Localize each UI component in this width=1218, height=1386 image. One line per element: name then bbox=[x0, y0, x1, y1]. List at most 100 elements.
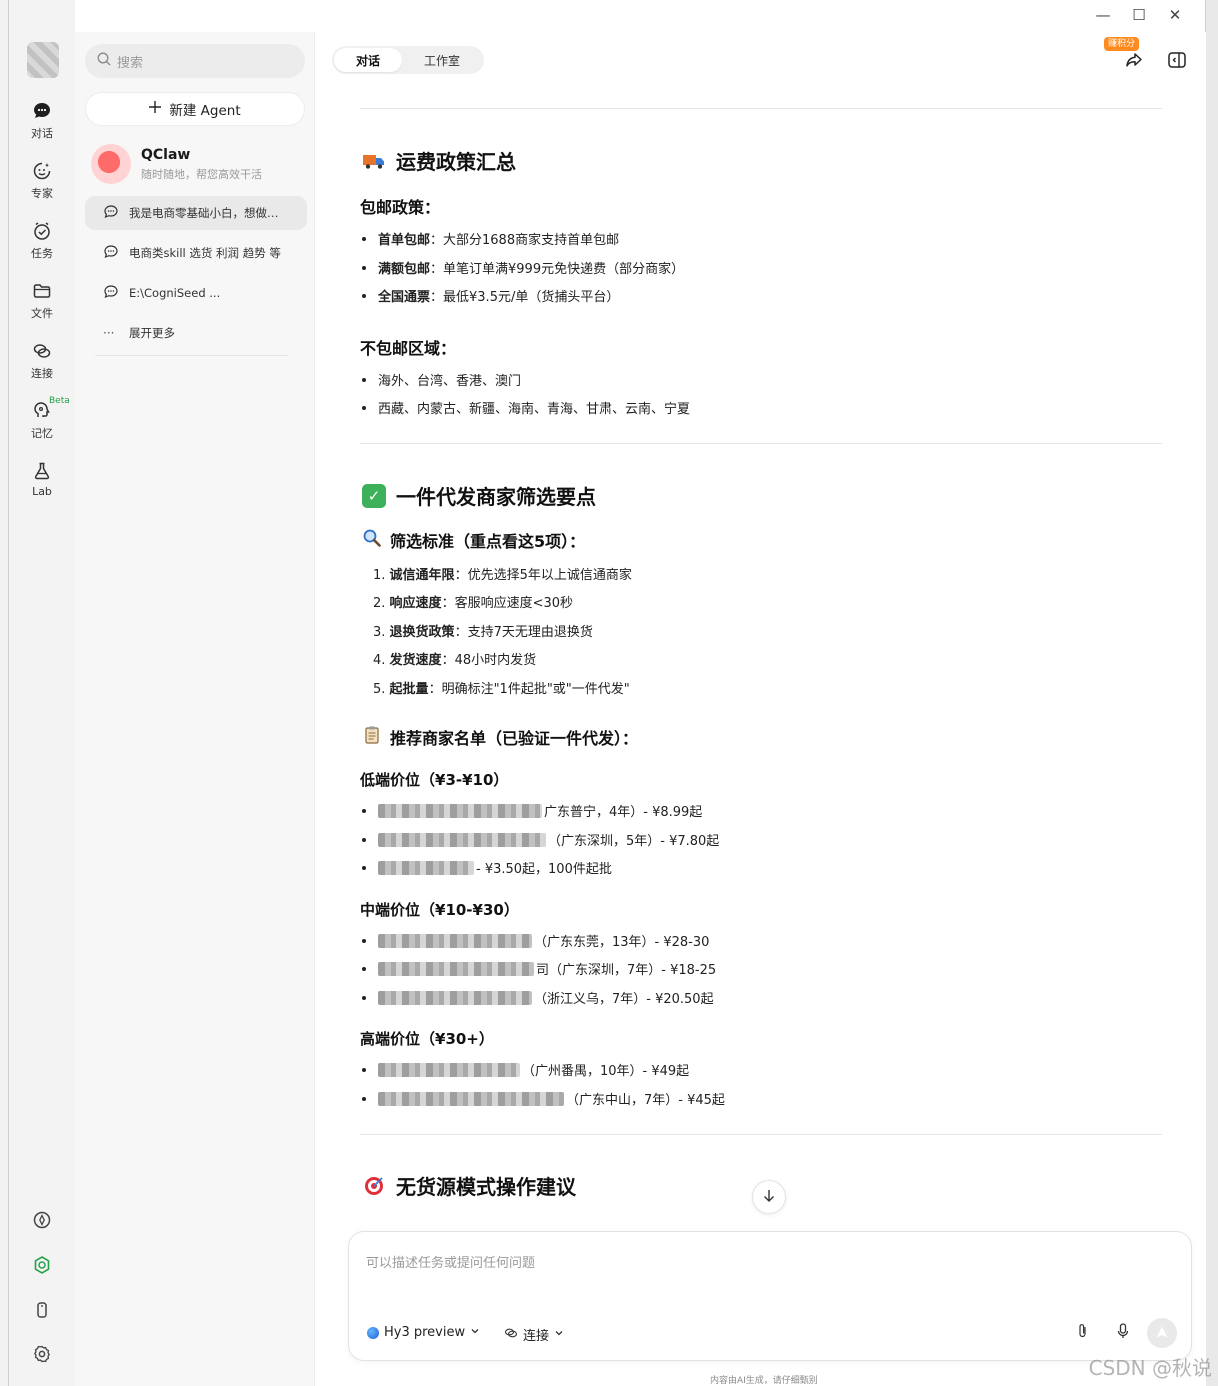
rail-item-tasks[interactable]: 任务 bbox=[9, 220, 75, 261]
close-button[interactable]: ✕ bbox=[1165, 4, 1185, 26]
rail-label: 任务 bbox=[31, 247, 53, 260]
mid-tier-heading: 中端价位（¥10-¥30） bbox=[360, 901, 519, 919]
conversation-title: 我是电商零基础小白，想做… bbox=[129, 206, 279, 220]
rail-label: 专家 bbox=[31, 187, 53, 200]
truck-icon bbox=[362, 149, 386, 173]
section-heading-merchant: ✓ 一件代发商家筛选要点 bbox=[362, 481, 596, 510]
panel-toggle-button[interactable] bbox=[1165, 50, 1189, 74]
link-icon bbox=[504, 1326, 518, 1344]
model-selector[interactable]: Hy3 preview bbox=[367, 1325, 480, 1340]
green-coin-icon bbox=[32, 1255, 52, 1279]
rail-item-connect[interactable]: 连接 bbox=[9, 340, 75, 381]
connect-selector[interactable]: 连接 bbox=[504, 1325, 564, 1344]
rail-item-files[interactable]: 文件 bbox=[9, 280, 75, 321]
redacted-merchant-name bbox=[378, 832, 546, 847]
chevron-down-icon bbox=[554, 1327, 564, 1342]
rail-item-chat[interactable]: 对话 bbox=[9, 100, 75, 141]
send-button[interactable] bbox=[1147, 1318, 1177, 1348]
beta-badge: Beta bbox=[49, 396, 70, 406]
voice-button[interactable] bbox=[1114, 1323, 1132, 1342]
arrow-down-icon bbox=[762, 1188, 776, 1207]
chevron-down-icon bbox=[470, 1325, 480, 1340]
share-icon bbox=[1124, 50, 1144, 74]
section-heading-shipping: 运费政策汇总 bbox=[362, 146, 516, 175]
message-composer[interactable]: 可以描述任务或提问任何问题 Hy3 preview 连接 bbox=[348, 1231, 1192, 1361]
section-title: 一件代发商家筛选要点 bbox=[396, 485, 596, 509]
rail-label: 记忆 bbox=[31, 427, 53, 440]
agent-subtitle: 随时随地，帮您高效干活 bbox=[141, 167, 262, 181]
qclaw-logo bbox=[91, 144, 131, 184]
list-item: 海外、台湾、香港、澳门 bbox=[360, 370, 521, 389]
sidebar-toggle-icon bbox=[1167, 50, 1187, 74]
rail-label: 文件 bbox=[31, 307, 53, 320]
redacted-merchant-name bbox=[378, 933, 532, 948]
agent-card[interactable]: QClaw 随时随地，帮您高效干活 bbox=[91, 144, 262, 184]
high-tier-heading: 高端价位（¥30+） bbox=[360, 1030, 494, 1048]
flask-icon bbox=[31, 460, 53, 482]
main-panel: 对话 工作室 赚积分 运费政策汇总 包邮政策： 首单包邮 ：大部分1688商家支持… bbox=[316, 32, 1206, 1386]
composer-placeholder[interactable]: 可以描述任务或提问任何问题 bbox=[366, 1252, 535, 1271]
link-icon bbox=[31, 340, 53, 362]
list-item: 首单包邮 ：大部分1688商家支持首单包邮 bbox=[360, 229, 619, 248]
search-box[interactable]: 搜索 bbox=[85, 44, 305, 78]
criteria-heading: 筛选标准（重点看这5项）： bbox=[362, 528, 585, 552]
search-placeholder: 搜索 bbox=[117, 55, 144, 71]
divider bbox=[360, 1134, 1162, 1135]
criteria-item: 1. 诚信通年限：优先选择5年以上诚信通商家 bbox=[373, 568, 632, 583]
scroll-to-bottom-button[interactable] bbox=[752, 1180, 786, 1214]
expand-more-button[interactable]: ··· 展开更多 bbox=[85, 316, 307, 350]
target-icon bbox=[362, 1174, 386, 1198]
rail-label: 连接 bbox=[31, 367, 53, 380]
redacted-merchant-name bbox=[378, 1062, 520, 1077]
paperclip-icon bbox=[1076, 1323, 1090, 1343]
conversation-item[interactable]: 电商类skill 选货 利润 趋势 等 bbox=[85, 236, 307, 270]
divider bbox=[360, 108, 1162, 109]
list-item: 西藏、内蒙古、新疆、海南、青海、甘肃、云南、宁夏 bbox=[360, 398, 690, 417]
check-mark-icon: ✓ bbox=[362, 483, 386, 508]
criteria-item: 5. 起批量：明确标注"1件起批"或"一件代发" bbox=[373, 682, 630, 697]
section-title: 无货源模式操作建议 bbox=[396, 1175, 576, 1199]
chat-icon bbox=[103, 204, 119, 223]
conversation-title: E:\CogniSeed ... bbox=[129, 286, 221, 300]
connect-label: 连接 bbox=[523, 1329, 550, 1344]
divider bbox=[360, 443, 1162, 444]
sidebar-divider bbox=[95, 355, 289, 356]
rail-compass-button[interactable] bbox=[9, 1210, 75, 1234]
merchant-item: （广东深圳，5年）- ¥7.80起 bbox=[360, 830, 719, 849]
clock-check-icon bbox=[31, 220, 53, 242]
ai-disclaimer: 内容由AI生成，请仔细甄别 bbox=[710, 1376, 818, 1386]
criteria-item: 3. 退换货政策：支持7天无理由退换货 bbox=[373, 625, 593, 640]
criteria-item: 4. 发货速度：48小时内发货 bbox=[373, 653, 537, 668]
conversation-item[interactable]: 我是电商零基础小白，想做… bbox=[85, 196, 307, 230]
tab-chat[interactable]: 对话 bbox=[334, 48, 403, 72]
rail-settings-button[interactable] bbox=[9, 1344, 75, 1368]
window-controls: — ☐ ✕ bbox=[1093, 4, 1185, 26]
send-arrow-icon bbox=[1155, 1324, 1169, 1343]
rail-device-button[interactable] bbox=[9, 1300, 75, 1324]
app-window: — ☐ ✕ 对话 专家 任务 文件 连接 Beta 记忆 Lab 搜索 新建 A… bbox=[8, 0, 1206, 1386]
new-agent-label: 新建 Agent bbox=[169, 103, 241, 119]
mode-tabs: 对话 工作室 bbox=[332, 46, 485, 74]
rail-item-expert[interactable]: 专家 bbox=[9, 160, 75, 201]
chat-bubble-icon bbox=[31, 100, 53, 122]
section-title: 运费政策汇总 bbox=[396, 150, 516, 174]
merchant-item: （广东中山，7年）- ¥45起 bbox=[360, 1089, 725, 1108]
tab-studio[interactable]: 工作室 bbox=[402, 48, 482, 72]
folder-icon bbox=[31, 280, 53, 302]
redacted-merchant-name bbox=[378, 961, 534, 976]
conversation-item[interactable]: E:\CogniSeed ... bbox=[85, 276, 307, 310]
attach-button[interactable] bbox=[1074, 1324, 1092, 1342]
expand-more-label: 展开更多 bbox=[129, 326, 175, 340]
model-logo-icon bbox=[367, 1326, 379, 1339]
user-avatar[interactable] bbox=[27, 42, 59, 78]
rail-points-button[interactable] bbox=[9, 1255, 75, 1279]
rail-item-lab[interactable]: Lab bbox=[9, 460, 75, 498]
new-agent-button[interactable]: 新建 Agent bbox=[85, 92, 305, 126]
clipboard-icon bbox=[362, 725, 382, 749]
maximize-button[interactable]: ☐ bbox=[1129, 4, 1149, 26]
rail-item-memory[interactable]: Beta 记忆 bbox=[9, 396, 75, 441]
minimize-button[interactable]: — bbox=[1093, 4, 1113, 26]
share-button[interactable] bbox=[1122, 50, 1146, 74]
list-item: 满额包邮 ：单笔订单满¥999元免快递费（部分商家） bbox=[360, 258, 684, 277]
earn-points-badge[interactable]: 赚积分 bbox=[1104, 37, 1140, 51]
